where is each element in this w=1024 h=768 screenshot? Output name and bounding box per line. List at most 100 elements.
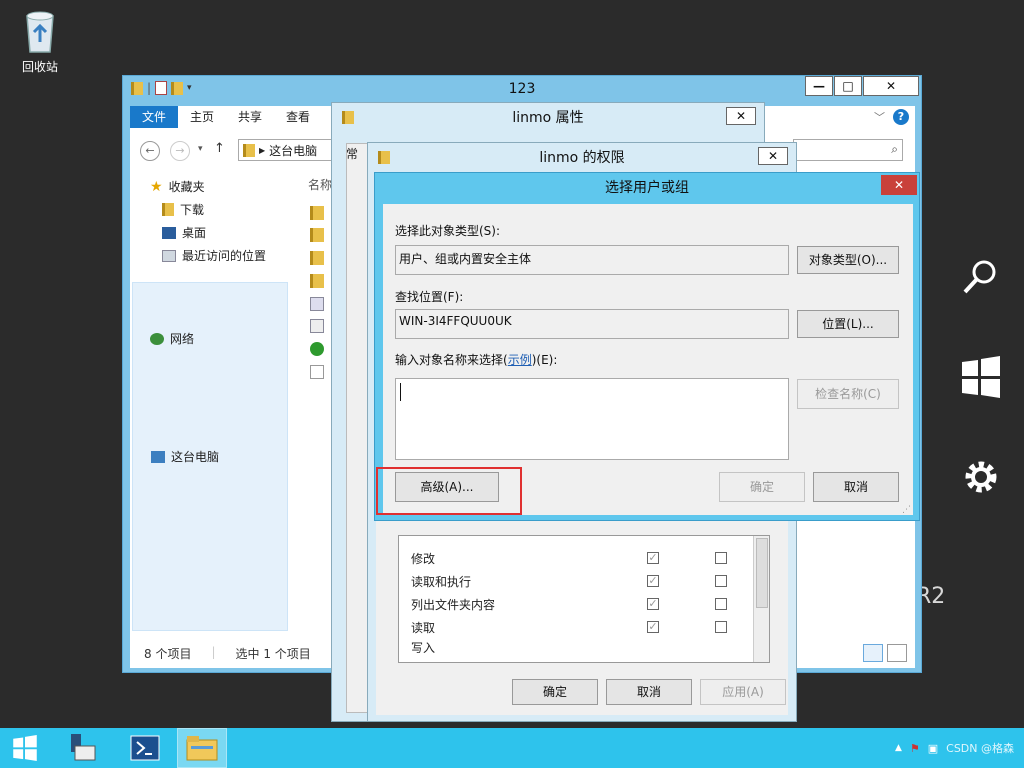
scroll-thumb[interactable]: [756, 538, 768, 608]
file-item-icon[interactable]: [310, 297, 324, 311]
desktop-icon: [162, 226, 176, 239]
breadcrumb-arrow-icon: ▶: [259, 145, 266, 155]
details-view-icon[interactable]: [863, 644, 883, 662]
search-icon: ⌕: [891, 142, 898, 156]
system-tray: ▲ ⚑ ▣ CSDN @格森: [895, 740, 1014, 756]
allow-checkbox[interactable]: ✓: [647, 621, 659, 633]
gear-icon: [965, 461, 997, 493]
folder-item-icon[interactable]: [310, 274, 324, 288]
nav-recent[interactable]: 最近访问的位置: [162, 247, 266, 264]
examples-link[interactable]: 示例: [508, 353, 532, 367]
allow-checkbox[interactable]: ✓: [647, 575, 659, 587]
file-explorer-button[interactable]: [177, 728, 227, 768]
locations-button[interactable]: 位置(L)...: [797, 310, 899, 338]
file-item-icon[interactable]: [310, 342, 324, 356]
close-button[interactable]: ✕: [863, 76, 919, 96]
network-icon: [150, 332, 164, 345]
tab-file[interactable]: 文件: [130, 106, 179, 128]
show-hidden-icons-icon[interactable]: ▲: [895, 743, 902, 753]
recent-locations-icon[interactable]: ▾: [198, 144, 203, 154]
downloads-folder-icon: [162, 203, 174, 216]
expand-ribbon-icon[interactable]: ﹀: [874, 109, 885, 125]
properties-title-bar[interactable]: linmo 属性 ✕: [332, 103, 764, 133]
search-input[interactable]: ⌕: [793, 139, 903, 161]
recycle-bin-icon: [26, 11, 54, 53]
minimize-button[interactable]: —: [805, 76, 833, 96]
object-names-input[interactable]: [395, 378, 789, 460]
allow-checkbox[interactable]: ✓: [647, 598, 659, 610]
permissions-apply-button[interactable]: 应用(A): [700, 679, 786, 705]
tab-home[interactable]: 主页: [178, 106, 226, 128]
deny-checkbox[interactable]: [715, 598, 727, 610]
ok-button[interactable]: 确定: [719, 472, 805, 502]
folder-icon: [378, 151, 390, 164]
permissions-ok-button[interactable]: 确定: [512, 679, 598, 705]
permissions-scrollbar[interactable]: [753, 536, 769, 662]
cancel-button[interactable]: 取消: [813, 472, 899, 502]
permission-label: 读取: [411, 620, 436, 635]
permission-row-list-folder: 列出文件夹内容: [411, 594, 495, 614]
nav-network[interactable]: 网络: [150, 330, 194, 347]
nav-desktop[interactable]: 桌面: [162, 224, 206, 241]
location-label: 查找位置(F):: [395, 290, 464, 304]
settings-charm[interactable]: [960, 456, 1002, 498]
folder-item-icon[interactable]: [310, 228, 324, 242]
text-caret: [400, 383, 401, 401]
server-manager-button[interactable]: [58, 728, 108, 768]
permissions-close-button[interactable]: ✕: [758, 147, 788, 165]
nav-desktop-label: 桌面: [182, 226, 207, 240]
permission-label: 读取和执行: [411, 574, 472, 589]
deny-checkbox[interactable]: [715, 552, 727, 564]
help-icon[interactable]: ?: [893, 109, 909, 125]
network-tray-icon[interactable]: ▣: [928, 742, 938, 755]
column-header-name[interactable]: 名称: [308, 176, 332, 193]
highlight-annotation: [376, 467, 522, 515]
deny-checkbox[interactable]: [715, 575, 727, 587]
permission-label: 写入: [411, 640, 436, 655]
nav-favorites-label: 收藏夹: [168, 180, 205, 194]
status-separator: |: [211, 645, 216, 659]
maximize-button[interactable]: □: [834, 76, 862, 96]
tab-view[interactable]: 查看: [274, 106, 322, 128]
object-type-label: 选择此对象类型(S):: [395, 224, 501, 238]
check-names-button[interactable]: 检查名称(C): [797, 379, 899, 409]
permission-row-modify: 修改: [411, 548, 435, 568]
search-icon: [963, 260, 996, 294]
folder-item-icon[interactable]: [310, 251, 324, 265]
properties-close-button[interactable]: ✕: [726, 107, 756, 125]
folder-item-icon[interactable]: [310, 206, 324, 220]
object-types-button[interactable]: 对象类型(O)...: [797, 246, 899, 274]
folder-icon: [243, 143, 255, 157]
address-bar[interactable]: ▶ 这台电脑: [238, 139, 338, 161]
file-item-icon[interactable]: [310, 319, 324, 333]
back-icon[interactable]: ←: [140, 141, 160, 161]
enter-names-label-pre: 输入对象名称来选择(: [395, 353, 508, 367]
forward-icon[interactable]: →: [170, 141, 190, 161]
up-icon[interactable]: ↑: [214, 141, 225, 156]
recent-places-icon: [162, 249, 176, 262]
tab-share[interactable]: 共享: [226, 106, 274, 128]
nav-favorites[interactable]: ★ 收藏夹: [150, 178, 205, 195]
start-charm[interactable]: [960, 356, 1002, 398]
status-bar: 8 个项目 | 选中 1 个项目: [144, 645, 311, 662]
powershell-button[interactable]: [120, 728, 170, 768]
permissions-cancel-button[interactable]: 取消: [606, 679, 692, 705]
search-charm[interactable]: [960, 256, 1002, 298]
recycle-bin[interactable]: 回收站: [14, 8, 66, 75]
permissions-title-bar[interactable]: linmo 的权限 ✕: [368, 143, 796, 173]
star-icon: ★: [150, 178, 163, 195]
file-item-icon[interactable]: [310, 365, 324, 379]
allow-checkbox[interactable]: ✓: [647, 552, 659, 564]
resize-grip-icon[interactable]: ⋰: [902, 505, 911, 515]
explorer-title-bar[interactable]: | ▾ 123 — □ ✕: [123, 76, 921, 104]
tab-general[interactable]: 常: [346, 145, 358, 162]
start-button[interactable]: [0, 728, 50, 768]
select-users-title-bar[interactable]: 选择用户或组 ✕: [375, 173, 919, 204]
action-center-flag-icon[interactable]: ⚑: [910, 742, 920, 755]
nav-downloads[interactable]: 下载: [162, 201, 204, 218]
select-users-close-button[interactable]: ✕: [881, 175, 917, 195]
deny-checkbox[interactable]: [715, 621, 727, 633]
powershell-icon: [130, 735, 160, 761]
large-icons-view-icon[interactable]: [887, 644, 907, 662]
watermark-text: CSDN @格森: [946, 742, 1014, 755]
